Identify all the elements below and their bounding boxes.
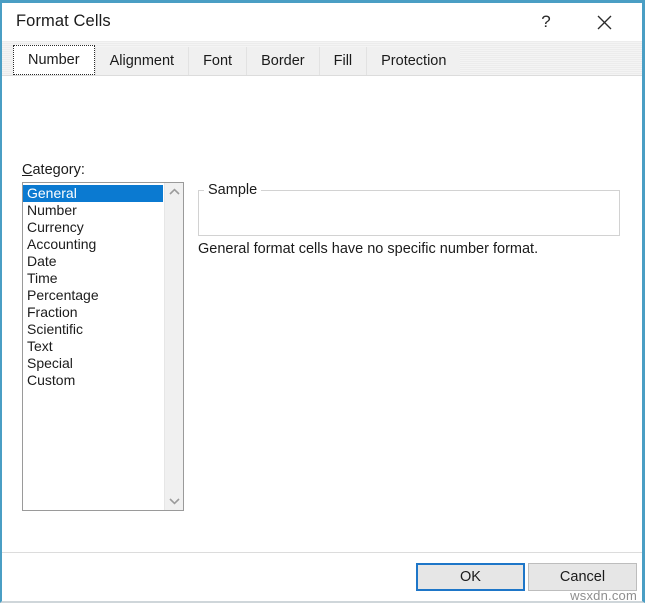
list-item[interactable]: Text: [23, 338, 164, 355]
category-label-rest: ategory:: [32, 162, 84, 178]
tab-list: Number Alignment Font Border Fill Protec…: [13, 45, 460, 75]
list-item[interactable]: Percentage: [23, 287, 164, 304]
tab-border[interactable]: Border: [246, 47, 319, 75]
help-button[interactable]: ?: [524, 3, 568, 41]
category-scrollbar[interactable]: [164, 183, 183, 510]
tab-number[interactable]: Number: [13, 45, 95, 75]
close-button[interactable]: [582, 3, 626, 41]
format-description: General format cells have no specific nu…: [198, 241, 538, 257]
chevron-down-icon: [169, 497, 180, 505]
chevron-up-icon: [169, 188, 180, 196]
number-tab-panel: Category: General Number Currency Accoun…: [2, 76, 642, 552]
scrollbar-down-button[interactable]: [165, 492, 183, 510]
question-mark-icon: ?: [541, 12, 550, 32]
tab-fill[interactable]: Fill: [319, 47, 367, 75]
list-item[interactable]: Time: [23, 270, 164, 287]
list-item[interactable]: Scientific: [23, 321, 164, 338]
list-item[interactable]: Number: [23, 202, 164, 219]
category-label: Category:: [22, 162, 85, 178]
format-cells-dialog: Format Cells ? Number Alignment Font Bor…: [0, 0, 645, 603]
close-icon: [596, 14, 613, 31]
category-item-list: General Number Currency Accounting Date …: [23, 183, 164, 510]
list-item[interactable]: Custom: [23, 372, 164, 389]
dialog-footer: OK Cancel: [2, 552, 642, 601]
list-item[interactable]: General: [23, 185, 163, 202]
sample-groupbox: [198, 190, 620, 236]
tab-font[interactable]: Font: [188, 47, 246, 75]
list-item[interactable]: Fraction: [23, 304, 164, 321]
list-item[interactable]: Currency: [23, 219, 164, 236]
tab-protection[interactable]: Protection: [366, 47, 460, 75]
tab-strip-filler: [462, 41, 642, 75]
scrollbar-up-button[interactable]: [165, 183, 183, 201]
dialog-title: Format Cells: [16, 12, 111, 31]
list-item[interactable]: Date: [23, 253, 164, 270]
cancel-button[interactable]: Cancel: [528, 563, 637, 591]
category-listbox[interactable]: General Number Currency Accounting Date …: [22, 182, 184, 511]
tab-strip: Number Alignment Font Border Fill Protec…: [2, 41, 642, 76]
list-item[interactable]: Special: [23, 355, 164, 372]
ok-button[interactable]: OK: [416, 563, 525, 591]
list-item[interactable]: Accounting: [23, 236, 164, 253]
dialog-titlebar: Format Cells ?: [2, 3, 642, 41]
tab-alignment[interactable]: Alignment: [95, 47, 188, 75]
sample-groupbox-label: Sample: [204, 182, 261, 198]
category-label-accel: C: [22, 162, 32, 178]
